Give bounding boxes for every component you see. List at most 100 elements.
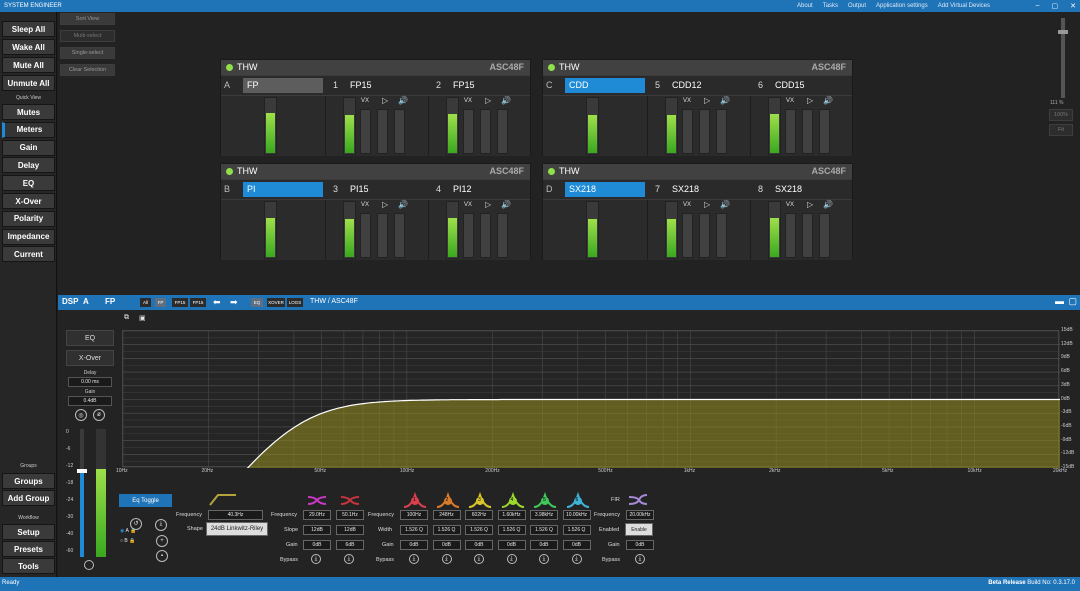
- polarity-icon[interactable]: ø: [93, 409, 105, 421]
- filter-fp[interactable]: FP: [155, 298, 166, 307]
- peq-band-4-icon[interactable]: 4: [501, 491, 525, 508]
- speaker-icon[interactable]: 🔊: [823, 96, 833, 105]
- menu-output[interactable]: Output: [848, 3, 866, 9]
- sidebar-x-over-button[interactable]: X-Over: [2, 193, 55, 209]
- sidebar-meters-button[interactable]: Meters: [2, 121, 55, 138]
- copy-icon[interactable]: ⧉: [124, 314, 129, 322]
- fir-gain-field[interactable]: 0dB: [626, 540, 654, 550]
- speaker-icon[interactable]: 🔊: [720, 200, 730, 209]
- fir-frequency-field[interactable]: 20.00kHz: [626, 510, 654, 520]
- sidebar-mutes-button[interactable]: Mutes: [2, 104, 55, 120]
- sidebar-groups-button[interactable]: Groups: [2, 473, 55, 489]
- clear-selection-button[interactable]: Clear Selection: [60, 64, 115, 76]
- sidebar-impedance-button[interactable]: Impedance: [2, 228, 55, 245]
- prev-arrow-icon[interactable]: ⬅: [213, 297, 221, 308]
- channel-cell[interactable]: 4 PI12: [431, 180, 531, 199]
- group-label[interactable]: SX218: [565, 182, 645, 197]
- peq-band-3-icon[interactable]: 3: [468, 491, 492, 508]
- peq-band-frequency[interactable]: 248Hz: [432, 510, 461, 520]
- peq-band-gain[interactable]: 0dB: [400, 540, 428, 550]
- speaker-icon[interactable]: 🔊: [501, 200, 511, 209]
- device-card[interactable]: THW ASC48F D SX218 7 SX218 8 SX218 VX ▷ 🔊 VX ▷ 🔊: [542, 163, 853, 260]
- fir-bypass-icon[interactable]: ⤓: [635, 554, 645, 564]
- expand-icon[interactable]: ▢: [1068, 296, 1077, 307]
- peq-band-gain[interactable]: 0dB: [530, 540, 558, 550]
- sidebar-gain-button[interactable]: Gain: [2, 139, 55, 156]
- peq-band-gain[interactable]: 0dB: [562, 540, 591, 550]
- sidebar-delay-button[interactable]: Delay: [2, 157, 55, 174]
- shelf-a-gain[interactable]: 0dB: [303, 540, 331, 550]
- eq-button[interactable]: EQ: [66, 330, 114, 346]
- collapse-icon[interactable]: ▬: [1055, 296, 1064, 306]
- hp-frequency-field[interactable]: 40.3Hz: [208, 510, 263, 520]
- amp-icon[interactable]: ▷: [807, 96, 813, 105]
- peq-band-bypass-icon[interactable]: ⤓: [506, 554, 517, 564]
- amp-icon[interactable]: ▷: [807, 200, 813, 209]
- channel-cell[interactable]: 5 CDD12: [650, 76, 750, 95]
- menu-about[interactable]: About: [797, 3, 813, 9]
- sidebar-add-group-button[interactable]: Add Group: [2, 490, 55, 506]
- close-icon[interactable]: ✕: [1070, 2, 1076, 10]
- shelf-b-frequency[interactable]: 50.1Hz: [336, 510, 364, 520]
- view-logs[interactable]: LOGS: [287, 298, 303, 307]
- speaker-icon[interactable]: 🔊: [823, 200, 833, 209]
- sidebar-tools-button[interactable]: Tools: [2, 558, 55, 574]
- group-cell[interactable]: A FP: [221, 76, 325, 95]
- peq-band-bypass-icon[interactable]: ⤓: [474, 554, 484, 564]
- sidebar-unmute-all-button[interactable]: Unmute All: [2, 75, 55, 91]
- sort-view-button[interactable]: Sort View: [60, 13, 115, 25]
- sidebar-setup-button[interactable]: Setup: [2, 524, 55, 540]
- xover-button[interactable]: X-Over: [66, 350, 114, 366]
- channel-cell[interactable]: 3 PI15: [328, 180, 428, 199]
- minimize-icon[interactable]: –: [1036, 2, 1040, 10]
- shelf-a-slope[interactable]: 12dB: [303, 525, 331, 535]
- peq-band-5-icon[interactable]: 5: [533, 491, 557, 508]
- sidebar-eq-button[interactable]: EQ: [2, 175, 55, 192]
- peq-band-frequency[interactable]: 1.60kHz: [497, 510, 526, 520]
- peq-band-frequency[interactable]: 10.00kHz: [562, 510, 591, 520]
- zoom-100-button[interactable]: 100%: [1049, 109, 1073, 121]
- amp-icon[interactable]: ▷: [485, 200, 491, 209]
- group-cell[interactable]: B PI: [221, 180, 325, 199]
- speaker-icon[interactable]: 🔊: [501, 96, 511, 105]
- peq-band-width[interactable]: 1.526 Q: [432, 525, 461, 535]
- channel-cell[interactable]: 2 FP15: [431, 76, 531, 95]
- single-select-button[interactable]: Single-select: [60, 47, 115, 59]
- fader-handle[interactable]: [77, 469, 87, 473]
- sidebar-current-button[interactable]: Current: [2, 246, 55, 263]
- peq-band-1-icon[interactable]: 1: [403, 491, 427, 508]
- amp-icon[interactable]: ▷: [382, 96, 388, 105]
- channel-cell[interactable]: 7 SX218: [650, 180, 750, 199]
- sidebar-wake-all-button[interactable]: Wake All: [2, 39, 55, 55]
- peq-band-bypass-icon[interactable]: ⤓: [441, 554, 452, 564]
- peq-band-bypass-icon[interactable]: ⤓: [571, 554, 582, 564]
- group-cell[interactable]: C CDD: [543, 76, 647, 95]
- mute-icon[interactable]: ◎: [75, 409, 87, 421]
- peq-band-frequency[interactable]: 602Hz: [465, 510, 493, 520]
- peq-band-width[interactable]: 1.526 Q: [562, 525, 591, 535]
- filter-fp15-b[interactable]: FP15: [190, 298, 206, 307]
- shelf-b-gain[interactable]: 6dB: [336, 540, 364, 550]
- channel-cell[interactable]: 1 FP15: [328, 76, 428, 95]
- filter-all[interactable]: All: [140, 298, 151, 307]
- peq-band-frequency[interactable]: 3.98kHz: [530, 510, 558, 520]
- menu-app-settings[interactable]: Application settings: [876, 3, 928, 9]
- group-cell[interactable]: D SX218: [543, 180, 647, 199]
- peq-band-width[interactable]: 1.526 Q: [497, 525, 526, 535]
- fir-enable-button[interactable]: Enable: [625, 523, 653, 536]
- peq-band-gain[interactable]: 0dB: [465, 540, 493, 550]
- view-xover[interactable]: XOVER: [267, 298, 285, 307]
- sidebar-sleep-all-button[interactable]: Sleep All: [2, 21, 55, 37]
- multi-select-button[interactable]: Multi-select: [60, 30, 115, 42]
- zoom-fit-button[interactable]: Fit: [1049, 124, 1073, 136]
- channel-cell[interactable]: 8 SX218: [753, 180, 853, 199]
- menu-tasks[interactable]: Tasks: [823, 3, 838, 9]
- peq-band-bypass-icon[interactable]: ⤓: [539, 554, 549, 564]
- amp-icon[interactable]: ▷: [704, 96, 710, 105]
- peq-band-width[interactable]: 1.526 Q: [530, 525, 558, 535]
- fader-settings-icon[interactable]: [84, 560, 94, 570]
- ab-b-row[interactable]: ○ B 🔒: [120, 538, 136, 544]
- eq-toggle-button[interactable]: Eq Toggle: [119, 494, 172, 507]
- speaker-icon[interactable]: 🔊: [720, 96, 730, 105]
- zoom-slider[interactable]: [1058, 18, 1068, 98]
